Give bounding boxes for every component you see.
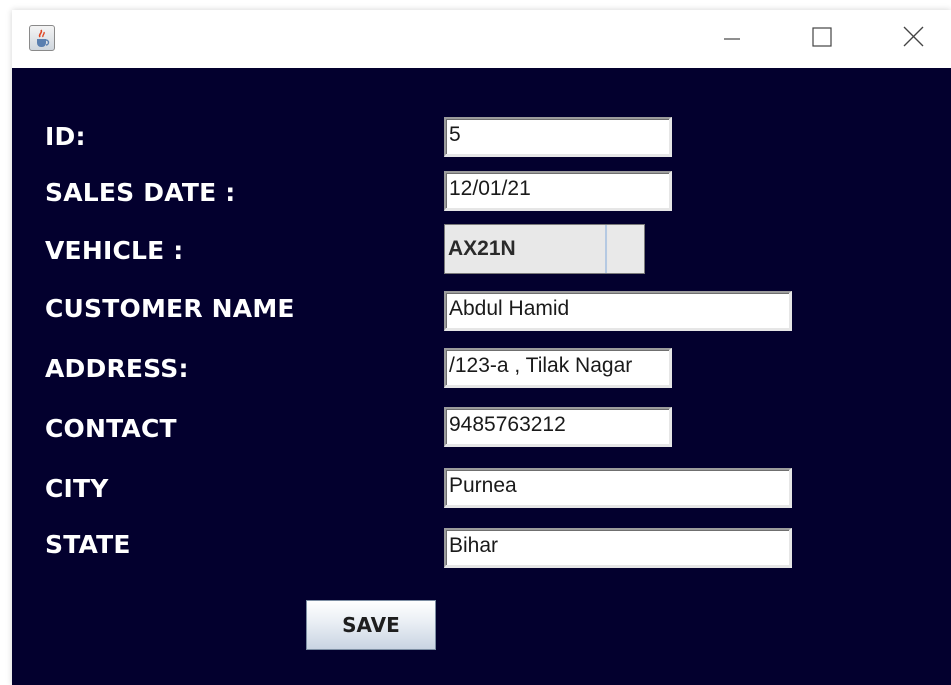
vehicle-combobox[interactable]: AX21N (444, 224, 645, 274)
title-bar (12, 10, 951, 68)
state-field[interactable]: Bihar (444, 528, 792, 568)
id-field[interactable]: 5 (444, 117, 672, 157)
minimize-button[interactable] (702, 10, 762, 68)
vehicle-selected-value[interactable]: AX21N (445, 225, 607, 273)
id-label: ID: (45, 122, 86, 151)
save-button[interactable]: SAVE (306, 600, 436, 650)
sales-form: ID: 5 SALES DATE : 12/01/21 VEHICLE : AX… (12, 68, 951, 685)
close-icon (903, 26, 924, 47)
city-field[interactable]: Purnea (444, 468, 792, 508)
customer-name-field[interactable]: Abdul Hamid (444, 291, 792, 331)
combo-dropdown-button[interactable] (608, 225, 644, 273)
sales-date-field[interactable]: 12/01/21 (444, 171, 672, 211)
app-window: ID: 5 SALES DATE : 12/01/21 VEHICLE : AX… (12, 10, 951, 685)
vehicle-label: VEHICLE : (45, 236, 184, 265)
java-cup-icon[interactable] (29, 25, 55, 51)
contact-label: CONTACT (45, 414, 177, 443)
state-label: STATE (45, 530, 131, 559)
sales-date-label: SALES DATE : (45, 178, 236, 207)
address-field[interactable]: /123-a , Tilak Nagar (444, 348, 672, 388)
contact-field[interactable]: 9485763212 (444, 407, 672, 447)
customer-name-label: CUSTOMER NAME (45, 294, 295, 323)
close-button[interactable] (884, 10, 944, 68)
minimize-icon (724, 38, 740, 40)
maximize-icon (812, 27, 832, 47)
address-label: ADDRESS: (45, 354, 189, 383)
city-label: CITY (45, 474, 109, 503)
maximize-button[interactable] (792, 10, 852, 68)
